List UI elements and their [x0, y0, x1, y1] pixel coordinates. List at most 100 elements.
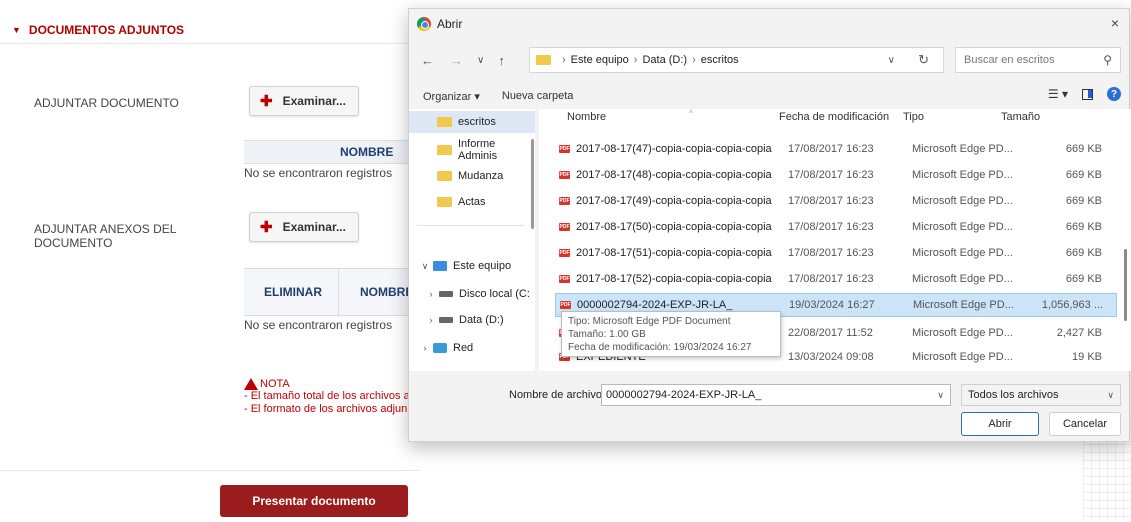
sidebar-item-escritos[interactable]: escritos: [409, 111, 535, 133]
file-name: 2017-08-17(47)-copia-copia-copia-copia: [576, 143, 772, 155]
drive-icon: [439, 291, 453, 297]
file-date: 17/08/2017 16:23: [788, 221, 874, 233]
address-bar[interactable]: › Este equipo › Data (D:) › escritos ∨ ↻: [529, 47, 944, 73]
search-input[interactable]: Buscar en escritos ⚲: [955, 47, 1121, 73]
close-icon[interactable]: ×: [1111, 15, 1119, 31]
sidebar-item-informe[interactable]: Informe Adminis: [409, 138, 535, 162]
sidebar-item-red[interactable]: › Red: [409, 337, 535, 359]
organize-menu[interactable]: Organizar ▾: [423, 90, 480, 103]
file-type: Microsoft Edge PD...: [913, 299, 1014, 311]
no-records-text-2: No se encontraron registros: [244, 318, 393, 332]
view-options-icon[interactable]: ☰ ▾: [1048, 87, 1068, 101]
filename-label: Nombre de archivo:: [509, 389, 605, 401]
cancel-button[interactable]: Cancelar: [1049, 412, 1121, 436]
caret-down-icon: ▼: [12, 24, 21, 35]
note-line-1: - El tamaño total de los archivos a: [244, 390, 410, 402]
divider: [0, 470, 420, 471]
back-icon[interactable]: ←: [421, 53, 434, 68]
file-date: 17/08/2017 16:23: [788, 195, 874, 207]
note-line-2: - El formato de los archivos adjun: [244, 403, 408, 415]
file-list-scrollbar[interactable]: [1124, 249, 1127, 321]
dialog-footer: Nombre de archivo: 0000002794-2024-EXP-J…: [409, 379, 1131, 443]
recent-locations-icon[interactable]: ∨: [477, 55, 484, 66]
pdf-icon: PDF: [559, 145, 570, 153]
dialog-titlebar[interactable]: Abrir ×: [409, 9, 1129, 39]
breadcrumb-este-equipo[interactable]: Este equipo: [571, 54, 629, 66]
file-row[interactable]: PDF 2017-08-17(52)-copia-copia-copia-copi…: [555, 267, 1117, 291]
sidebar-item-disco-local[interactable]: › Disco local (C:: [409, 283, 535, 305]
dialog-title: Abrir: [437, 17, 463, 31]
breadcrumb-data-d[interactable]: Data (D:): [642, 54, 687, 66]
sidebar-item-label: Informe Adminis: [458, 138, 498, 162]
view-controls: ☰ ▾ ?: [1048, 87, 1121, 101]
chevron-down-icon[interactable]: ∨: [419, 261, 431, 272]
dialog-toolbar: Organizar ▾ Nueva carpeta ☰ ▾ ?: [409, 85, 1131, 107]
file-date: 17/08/2017 16:23: [788, 169, 874, 181]
folder-icon: [437, 197, 452, 207]
section-title: DOCUMENTOS ADJUNTOS: [28, 22, 185, 37]
nav-scrollbar[interactable]: [531, 139, 534, 229]
drive-icon: [439, 317, 453, 323]
attach-document-label: ADJUNTAR DOCUMENTO: [34, 96, 179, 110]
navigation-pane: escritos Informe Adminis Mudanza Actas ∨…: [409, 109, 535, 371]
browse-annex-button[interactable]: ✚ Examinar...: [249, 212, 359, 242]
file-size: 19 KB: [1072, 351, 1102, 363]
refresh-icon[interactable]: ↻: [918, 52, 929, 68]
file-date: 19/03/2024 16:27: [789, 299, 875, 311]
file-date: 22/08/2017 11:52: [788, 327, 873, 339]
file-date: 17/08/2017 16:23: [788, 143, 874, 155]
file-tooltip: Tipo: Microsoft Edge PDF Document Tamaño…: [561, 311, 781, 357]
col-nombre-2: NOMBRE: [360, 285, 414, 299]
annex-label-line1: ADJUNTAR ANEXOS DEL: [34, 222, 177, 236]
file-row[interactable]: PDF 2017-08-17(51)-copia-copia-copia-copi…: [555, 241, 1117, 265]
open-file-dialog: Abrir × ← → ∨ ↑ › Este equipo › Data (D:…: [408, 8, 1131, 443]
new-folder-button[interactable]: Nueva carpeta: [502, 90, 574, 102]
pdf-icon: PDF: [559, 275, 570, 283]
file-type: Microsoft Edge PD...: [912, 221, 1013, 233]
section-header[interactable]: ▼ DOCUMENTOS ADJUNTOS: [0, 16, 420, 44]
file-row[interactable]: PDF 2017-08-17(50)-copia-copia-copia-copi…: [555, 215, 1117, 239]
chevron-down-icon[interactable]: ∨: [937, 390, 944, 401]
pdf-icon: PDF: [560, 301, 571, 309]
breadcrumb-escritos[interactable]: escritos: [701, 54, 739, 66]
file-row[interactable]: PDF 2017-08-17(49)-copia-copia-copia-copi…: [555, 189, 1117, 213]
help-icon[interactable]: ?: [1107, 87, 1121, 101]
file-row[interactable]: PDF 2017-08-17(48)-copia-copia-copia-copi…: [555, 163, 1117, 187]
open-button[interactable]: Abrir: [961, 412, 1039, 436]
sidebar-item-data-d[interactable]: › Data (D:): [409, 309, 535, 331]
sidebar-item-mudanza[interactable]: Mudanza: [409, 165, 535, 187]
file-name: 2017-08-17(50)-copia-copia-copia-copia: [576, 221, 772, 233]
file-type: Microsoft Edge PD...: [912, 195, 1013, 207]
chevron-right-icon[interactable]: ›: [425, 315, 437, 325]
filename-value: 0000002794-2024-EXP-JR-LA_: [606, 389, 762, 401]
note-title-text: NOTA: [260, 378, 290, 390]
computer-icon: [433, 261, 447, 271]
sidebar-item-este-equipo[interactable]: ∨ Este equipo: [409, 255, 535, 277]
chevron-right-icon[interactable]: ›: [425, 289, 437, 299]
documents-table-header: NOMBRE: [244, 140, 412, 164]
chevron-down-icon[interactable]: ∨: [888, 55, 895, 66]
search-placeholder: Buscar en escritos: [964, 54, 1055, 66]
file-name: 2017-08-17(52)-copia-copia-copia-copia: [576, 273, 772, 285]
forward-icon[interactable]: →: [450, 53, 463, 68]
submit-document-button[interactable]: Presentar documento: [220, 485, 408, 517]
breadcrumb-chevron-icon: ›: [562, 54, 566, 66]
file-type-select[interactable]: Todos los archivos ∨: [961, 384, 1121, 406]
browse-label: Examinar...: [282, 94, 346, 108]
up-icon[interactable]: ↑: [498, 53, 505, 68]
filename-input[interactable]: 0000002794-2024-EXP-JR-LA_ ∨: [601, 384, 951, 406]
browse-document-button[interactable]: ✚ Examinar...: [249, 86, 359, 116]
chevron-right-icon[interactable]: ›: [419, 343, 431, 353]
file-type: Microsoft Edge PD...: [912, 273, 1013, 285]
attach-annex-label: ADJUNTAR ANEXOS DEL DOCUMENTO: [34, 222, 176, 250]
pdf-icon: PDF: [559, 249, 570, 257]
folder-icon: [536, 55, 551, 65]
annex-label-line2: DOCUMENTO: [34, 236, 113, 250]
sidebar-item-actas[interactable]: Actas: [409, 191, 535, 213]
file-size: 669 KB: [1065, 169, 1102, 181]
file-row[interactable]: PDF 2017-08-17(47)-copia-copia-copia-copi…: [555, 137, 1117, 161]
note-block: NOTA - El tamaño total de los archivos a…: [244, 378, 410, 416]
file-size: 669 KB: [1065, 273, 1102, 285]
file-date: 17/08/2017 16:23: [788, 273, 874, 285]
preview-pane-icon[interactable]: [1082, 88, 1093, 100]
